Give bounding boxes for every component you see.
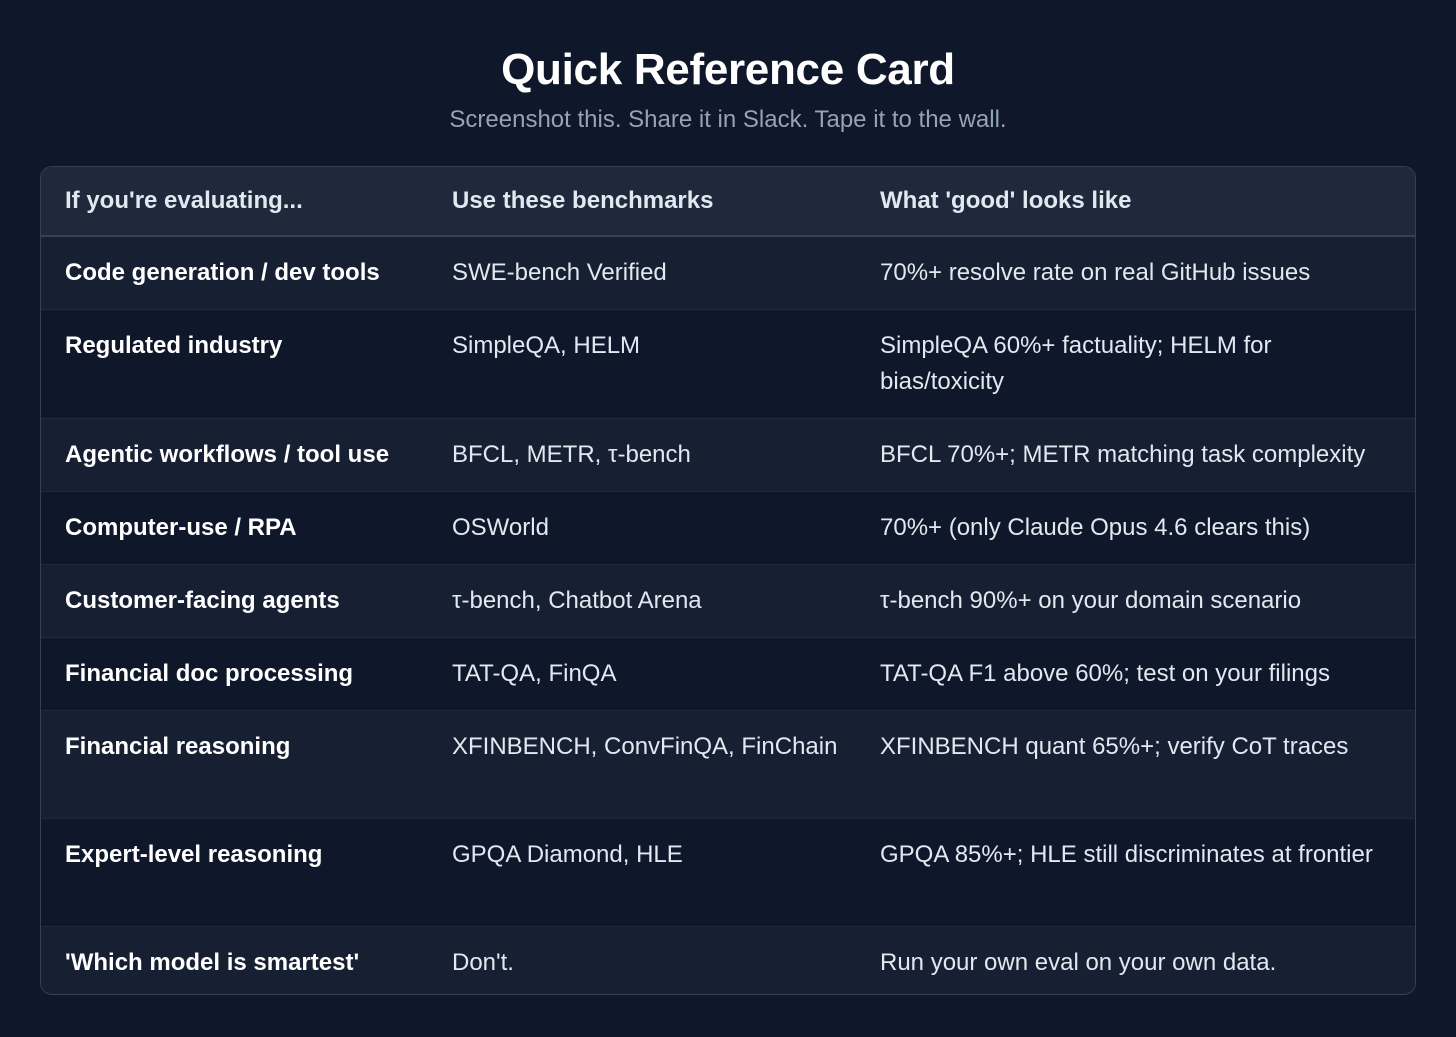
good-cell: 70%+ resolve rate on real GitHub issues: [880, 259, 1311, 286]
good-cell: τ-bench 90%+ on your domain scenario: [880, 587, 1302, 614]
benchmarks-cell: SimpleQA, HELM: [452, 332, 641, 359]
table-row: Regulated industry SimpleQA, HELM Simple…: [41, 309, 1415, 419]
use-case-cell: Agentic workflows / tool use: [65, 441, 390, 468]
reference-card: If you're evaluating... Use these benchm…: [40, 166, 1416, 995]
table-row: Expert-level reasoning GPQA Diamond, HLE…: [41, 818, 1415, 927]
good-cell: GPQA 85%+; HLE still discriminates at fr…: [880, 841, 1373, 868]
benchmarks-cell: XFINBENCH, ConvFinQA, FinChain: [452, 733, 838, 760]
benchmarks-cell: τ-bench, Chatbot Arena: [452, 587, 702, 614]
good-cell: BFCL 70%+; METR matching task complexity: [880, 441, 1366, 468]
good-cell: 70%+ (only Claude Opus 4.6 clears this): [880, 514, 1311, 541]
use-case-cell: Computer-use / RPA: [65, 514, 297, 541]
use-case-cell: 'Which model is smartest': [65, 949, 360, 976]
page-subtitle: Screenshot this. Share it in Slack. Tape…: [449, 106, 1007, 133]
page-header: Quick Reference Card Screenshot this. Sh…: [0, 42, 1456, 134]
table-row: Financial doc processing TAT-QA, FinQA T…: [41, 637, 1415, 711]
column-header-benchmarks: Use these benchmarks: [452, 187, 714, 214]
page-title: Quick Reference Card: [501, 45, 955, 94]
table-row: Customer-facing agents τ-bench, Chatbot …: [41, 564, 1415, 638]
use-case-cell: Code generation / dev tools: [65, 259, 380, 286]
use-case-cell: Financial reasoning: [65, 733, 291, 760]
table-row: Agentic workflows / tool use BFCL, METR,…: [41, 418, 1415, 492]
benchmarks-cell: SWE-bench Verified: [452, 259, 667, 286]
table-row: Financial reasoning XFINBENCH, ConvFinQA…: [41, 710, 1415, 819]
use-case-cell: Financial doc processing: [65, 660, 354, 687]
table-row: Computer-use / RPA OSWorld 70%+ (only Cl…: [41, 491, 1415, 565]
table-header-row: If you're evaluating... Use these benchm…: [41, 167, 1415, 236]
good-cell: SimpleQA 60%+ factuality; HELM for bias/…: [880, 332, 1272, 395]
column-header-good: What 'good' looks like: [880, 187, 1132, 214]
benchmarks-cell: TAT-QA, FinQA: [452, 660, 617, 687]
reference-table: If you're evaluating... Use these benchm…: [41, 167, 1415, 994]
use-case-cell: Customer-facing agents: [65, 587, 340, 614]
good-cell: TAT-QA F1 above 60%; test on your filing…: [880, 660, 1330, 687]
benchmarks-cell: GPQA Diamond, HLE: [452, 841, 683, 868]
benchmarks-cell: BFCL, METR, τ-bench: [452, 441, 691, 468]
benchmarks-cell: Don't.: [452, 949, 514, 976]
table-row: 'Which model is smartest' Don't. Run you…: [41, 926, 1415, 994]
benchmarks-cell: OSWorld: [452, 514, 549, 541]
good-cell: XFINBENCH quant 65%+; verify CoT traces: [880, 733, 1349, 760]
use-case-cell: Expert-level reasoning: [65, 841, 323, 868]
column-header-use-case: If you're evaluating...: [65, 187, 303, 214]
good-cell: Run your own eval on your own data.: [880, 949, 1277, 976]
use-case-cell: Regulated industry: [65, 332, 283, 359]
table-row: Code generation / dev tools SWE-bench Ve…: [41, 236, 1415, 310]
